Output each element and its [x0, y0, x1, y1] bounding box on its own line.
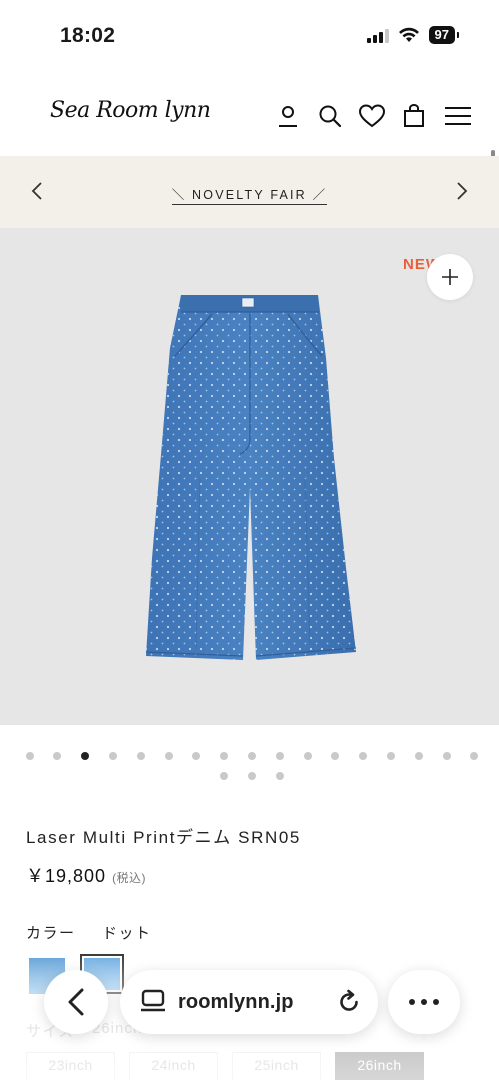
carousel-dot[interactable] — [220, 752, 229, 760]
price-value: ￥19,800 — [26, 866, 107, 886]
carousel-dot[interactable] — [414, 752, 423, 760]
banner-text[interactable]: ＼ NOVELTY FAIR ／ — [171, 188, 328, 205]
back-chevron-icon — [68, 988, 84, 1016]
search-icon[interactable] — [317, 103, 343, 129]
browser-back-button[interactable] — [44, 970, 108, 1034]
banner-next-button[interactable] — [447, 176, 477, 206]
reload-icon[interactable] — [336, 989, 362, 1015]
carousel-dot[interactable] — [248, 772, 256, 780]
banner-link[interactable]: ＼ NOVELTY FAIR ／ — [0, 184, 499, 205]
carousel-dot[interactable] — [442, 752, 451, 760]
carousel-dot[interactable] — [303, 752, 312, 760]
battery-icon: 97 — [428, 26, 460, 44]
address-bar[interactable]: roomlynn.jp — [120, 970, 378, 1034]
carousel-dot[interactable] — [25, 752, 34, 760]
carousel-dot[interactable] — [470, 752, 479, 760]
site-logo[interactable]: Sea Room lynn — [50, 98, 211, 123]
product-image-carousel[interactable]: NEW — [0, 228, 499, 725]
carousel-dot[interactable] — [192, 752, 201, 760]
add-to-wishlist-button[interactable] — [427, 254, 473, 300]
status-time: 18:02 — [60, 24, 116, 47]
product-name: Laser Multi Printデニム SRN05 — [26, 828, 301, 847]
shopping-bag-icon[interactable] — [401, 103, 427, 129]
product-photo — [145, 295, 357, 660]
carousel-dot[interactable] — [331, 752, 340, 760]
carousel-dots — [22, 752, 482, 780]
size-options: 23inch 24inch 25inch 26inch — [26, 1052, 424, 1080]
wifi-icon — [398, 27, 419, 42]
carousel-dot[interactable] — [275, 752, 284, 760]
product-price: ￥19,800 (税込) — [26, 862, 146, 888]
carousel-dot[interactable] — [136, 752, 145, 760]
carousel-dot[interactable] — [359, 752, 368, 760]
size-option[interactable]: 24inch — [129, 1052, 218, 1080]
carousel-dot[interactable] — [109, 752, 118, 760]
menu-icon[interactable] — [443, 103, 473, 129]
reader-icon — [141, 989, 165, 1012]
carousel-dot[interactable] — [386, 752, 395, 760]
url-text[interactable]: roomlynn.jp — [178, 991, 294, 1014]
color-value: ドット — [102, 925, 152, 942]
account-icon[interactable] — [275, 103, 301, 129]
status-bar: 18:02 97 — [0, 0, 499, 70]
heart-icon[interactable] — [359, 103, 385, 129]
price-tax-note: (税込) — [112, 871, 147, 885]
carousel-dot[interactable] — [53, 752, 62, 760]
size-option-selected[interactable]: 26inch — [335, 1052, 424, 1080]
cellular-signal-icon — [366, 28, 389, 43]
carousel-dot[interactable] — [164, 752, 173, 760]
header-icons — [275, 103, 473, 129]
size-option[interactable]: 25inch — [232, 1052, 321, 1080]
status-icons: 97 — [366, 26, 460, 44]
carousel-dot[interactable] — [275, 772, 284, 780]
carousel-dot[interactable] — [220, 772, 229, 780]
more-button[interactable] — [388, 970, 460, 1034]
carousel-dot-active[interactable] — [81, 752, 90, 760]
promo-banner: ＼ NOVELTY FAIR ／ — [0, 156, 499, 228]
chevron-right-icon — [457, 182, 468, 200]
color-label: カラー — [26, 925, 76, 942]
size-option[interactable]: 23inch — [26, 1052, 115, 1080]
carousel-dot[interactable] — [248, 752, 256, 760]
plus-icon — [442, 269, 458, 285]
more-icon — [409, 999, 415, 1005]
site-header: Sea Room lynn — [0, 70, 499, 208]
